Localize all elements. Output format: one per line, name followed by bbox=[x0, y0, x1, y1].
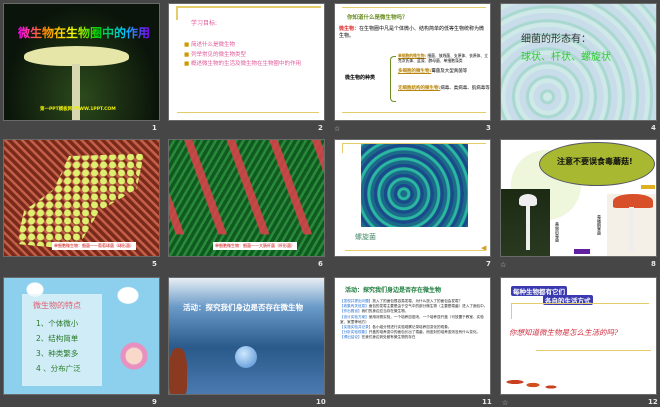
step-item: 【得出结论】在我们身边到处都有微生物的存在 bbox=[340, 335, 416, 340]
divider bbox=[342, 112, 486, 113]
mushroom-stem bbox=[72, 64, 80, 120]
slide-thumbnail-6[interactable]: 单细胞微生物：细菌——大肠杆菌（杆形菌） bbox=[168, 139, 325, 257]
list-item: 1、个体微小 bbox=[36, 319, 79, 328]
slide-number: 3 bbox=[486, 124, 491, 132]
slide-caption: 单细胞微生物：细菌——葡萄球菌（球形菌） bbox=[52, 242, 136, 250]
divider bbox=[177, 112, 319, 113]
slide-number: 9 bbox=[152, 398, 157, 406]
slide-thumbnail-10[interactable]: 活动：探究我们身边是否存在微生物 bbox=[168, 277, 325, 395]
divider bbox=[176, 6, 178, 20]
types-label: 微生物的种类 bbox=[345, 75, 376, 81]
slide-heading: 学习目标: bbox=[191, 20, 218, 27]
question-text: 你想知道微生物是怎么生活的吗? bbox=[509, 328, 619, 337]
slide-thumbnail-8[interactable]: 注意不要误食毒蘑菇! 美丽的毒菌 毒蝇鹅膏菌 bbox=[500, 139, 657, 257]
arrow-left-icon[interactable] bbox=[641, 185, 655, 189]
animation-icon[interactable]: ☆ bbox=[500, 261, 506, 269]
slide-number: 7 bbox=[486, 260, 491, 268]
brace bbox=[390, 56, 396, 102]
divider bbox=[536, 350, 651, 351]
definition: 微生物：在生物圈中凡是个体微小、结构简单的低等生物统称为微生物。 bbox=[339, 26, 489, 40]
spirillum-image bbox=[361, 144, 468, 227]
book-icon bbox=[235, 346, 257, 368]
bubble-text: 注意不要误食毒蘑菇! bbox=[557, 157, 633, 166]
arrow-left-icon[interactable]: ◀ bbox=[481, 244, 486, 252]
mushrooms-image bbox=[506, 374, 566, 394]
slide-number: 1 bbox=[152, 124, 157, 132]
animation-icon[interactable]: ☆ bbox=[334, 125, 340, 133]
slide-thumbnail-3[interactable]: 你知道什么是微生物吗？ 微生物：在生物圈中凡是个体微小、结构简单的低等生物统称为… bbox=[334, 3, 491, 121]
slide-thumbnail-7[interactable]: 螺旋菌 ◀ bbox=[334, 139, 491, 257]
slide-number: 2 bbox=[318, 124, 323, 132]
step-item: 【设计实验方案】使用对照实验，一个培养皿密闭，一个培养皿开盖（可放置于教室、实验… bbox=[340, 314, 484, 324]
type-item: 无细胞结构的微生物:病毒、类病毒、朊病毒等 bbox=[398, 86, 490, 91]
slide-heading: 你知道什么是微生物吗？ bbox=[347, 15, 408, 21]
label-left: 美丽的毒菌 bbox=[555, 222, 560, 242]
fly-agaric-image bbox=[607, 194, 656, 256]
slide-thumbnail-11[interactable]: 活动：探究我们身边是否存在微生物 【发现并提出问题】放入了的面包很容易发霉，为什… bbox=[334, 277, 491, 395]
def-text: 在生物圈中凡是个体微小、结构简单的低等生物统称为微生物。 bbox=[339, 26, 485, 39]
slide-thumbnail-12[interactable]: 每种生物都有它们 各自的生活方式 你想知道微生物是怎么生活的吗? bbox=[500, 277, 657, 395]
slide-thumbnail-1[interactable]: 微生物在生物圈中的作用 第一PPT模板网-WWW.1PPT.COM bbox=[3, 3, 160, 121]
type-item: 多细胞的微生物:霉菌及大型真菌等 bbox=[398, 69, 468, 74]
type-item: 单细胞的微生物: 细菌、放线菌、支原体、衣原体、立克次氏体、蓝藻、酵母菌、单细胞… bbox=[398, 53, 489, 63]
divider bbox=[176, 6, 321, 8]
white-mushroom-photo bbox=[501, 189, 550, 256]
list-item: 4 、分布广泛 bbox=[36, 364, 81, 373]
slide-number: 12 bbox=[648, 398, 658, 406]
slide-number: 6 bbox=[318, 260, 323, 268]
slide-number: 5 bbox=[152, 260, 157, 268]
slide-title: 活动：探究我们身边是否存在微生物 bbox=[183, 303, 303, 312]
slide-caption: 单细胞微生物：细菌——大肠杆菌（杆形菌） bbox=[213, 242, 297, 250]
bullet-item: ■ 概述微生物的生活及微生物在生物圈中的作用 bbox=[184, 61, 301, 67]
action-button[interactable] bbox=[574, 249, 590, 254]
divider bbox=[345, 250, 485, 251]
bullet-item: ■ 列举常见的微生物类型 bbox=[184, 52, 246, 58]
slide-thumbnail-2[interactable]: 学习目标: ■ 简述什么是微生物 ■ 列举常见的微生物类型 ■ 概述微生物的生活… bbox=[168, 3, 325, 121]
def-label: 微生物： bbox=[339, 26, 360, 32]
slide-line1: 细菌的形态有： bbox=[521, 34, 591, 45]
slide-heading: 活动：探究我们身边是否存在微生物 bbox=[345, 287, 442, 294]
slide-title: 微生物在生物圈中的作用 bbox=[18, 26, 151, 40]
slide-thumbnail-4[interactable]: 细菌的形态有： 球状、杆状、螺旋状 bbox=[500, 3, 657, 121]
divider bbox=[342, 7, 486, 8]
slide-number: 4 bbox=[651, 124, 656, 132]
slide-heading: 微生物的特点 bbox=[33, 301, 81, 310]
slide-caption: 螺旋菌 bbox=[355, 233, 376, 241]
slide-number: 8 bbox=[651, 260, 656, 268]
divider bbox=[511, 303, 649, 319]
label-right: 毒蝇鹅膏菌 bbox=[597, 215, 602, 235]
staphylococcus-image bbox=[16, 153, 144, 250]
slide-thumbnail-5[interactable]: 单细胞微生物：细菌——葡萄球菌（球形菌） bbox=[3, 139, 160, 257]
bullet-item: ■ 简述什么是微生物 bbox=[184, 42, 235, 48]
slide-thumbnail-9[interactable]: 微生物的特点 1、个体微小 2、结构简单 3、种类繁多 4 、分布广泛 bbox=[3, 277, 160, 395]
slide-line2: 球状、杆状、螺旋状 bbox=[521, 52, 611, 63]
mushroom-image bbox=[24, 46, 129, 66]
list-item: 2、结构简单 bbox=[36, 334, 79, 343]
ecoli-image bbox=[169, 140, 324, 235]
list-item: 3、种类繁多 bbox=[36, 349, 79, 358]
slide-number: 11 bbox=[482, 398, 492, 406]
owl-image bbox=[169, 348, 187, 394]
slide-footer: 第一PPT模板网-WWW.1PPT.COM bbox=[40, 107, 116, 112]
slide-number: 10 bbox=[316, 398, 326, 406]
cartoon-girl-image bbox=[119, 340, 149, 380]
